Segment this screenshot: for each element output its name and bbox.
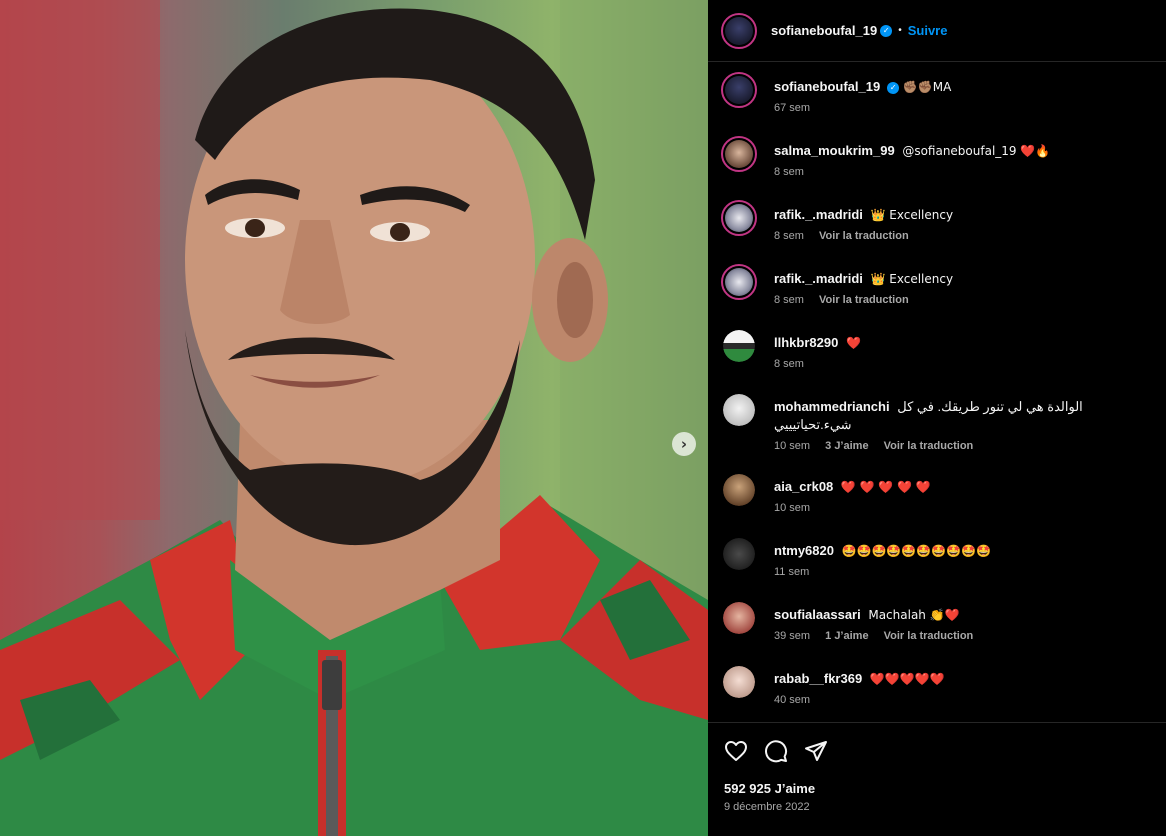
separator: •: [898, 25, 902, 36]
comment-time[interactable]: 8 sem: [774, 230, 804, 242]
see-translation-button[interactable]: Voir la traduction: [819, 294, 909, 306]
author-avatar[interactable]: [721, 72, 757, 108]
comment-time[interactable]: 8 sem: [774, 358, 804, 370]
caption-text: ✊🏽✊🏽MA: [902, 80, 952, 94]
comment-text: @sofianeboufal_19 ❤️🔥: [902, 144, 1051, 158]
comment-time[interactable]: 8 sem: [774, 166, 804, 178]
comment-item: rafik._.madridi 👑 Excellency 8 sem Voir …: [708, 262, 1166, 326]
comment-meta: 11 sem: [774, 566, 1166, 578]
comment-item: rabab__fkr369 ❤️❤️❤️❤️❤️ 40 sem: [708, 662, 1166, 726]
see-translation-button[interactable]: Voir la traduction: [884, 440, 974, 452]
comment-text: Machalah 👏❤️: [868, 608, 960, 622]
comment-text: 🤩🤩🤩🤩🤩🤩🤩🤩🤩🤩: [841, 544, 992, 558]
comment-username[interactable]: ntmy6820: [774, 543, 834, 558]
caption-username[interactable]: sofianeboufal_19: [774, 79, 880, 94]
comment-line: aia_crk08 ❤️ ❤️ ❤️ ❤️ ❤️: [774, 470, 1166, 496]
comment-time[interactable]: 8 sem: [774, 294, 804, 306]
comment-line: mohammedrianchi الوالدة هي لي تنور طريقك…: [774, 390, 1166, 434]
post-header: sofianeboufal_19 ✓ • Suivre: [708, 0, 1166, 62]
comment-username[interactable]: aia_crk08: [774, 479, 833, 494]
comment-likes[interactable]: 1 J’aime: [825, 630, 868, 642]
caption-meta: 67 sem: [774, 102, 1166, 114]
chevron-right-icon: ›: [680, 435, 688, 453]
commenter-avatar[interactable]: [723, 538, 755, 570]
comment-line: rafik._.madridi 👑 Excellency: [774, 198, 1166, 224]
comment-line: rabab__fkr369 ❤️❤️❤️❤️❤️: [774, 662, 1166, 688]
heart-icon[interactable]: [724, 739, 748, 763]
comment-item: llhkbr8290 ❤️ 8 sem: [708, 326, 1166, 390]
comment-meta: 8 sem Voir la traduction: [774, 294, 1166, 306]
commenter-avatar[interactable]: [721, 136, 757, 172]
comment-meta: 39 sem 1 J’aime Voir la traduction: [774, 630, 1166, 642]
commenter-avatar[interactable]: [721, 264, 757, 300]
comment-text: 👑 Excellency: [870, 272, 954, 286]
comment-username[interactable]: soufialaassari: [774, 607, 861, 622]
action-bar: [724, 739, 828, 763]
author-avatar[interactable]: [721, 12, 757, 49]
comment-line: ntmy6820 🤩🤩🤩🤩🤩🤩🤩🤩🤩🤩: [774, 534, 1166, 560]
post-sidebar: sofianeboufal_19 ✓ • Suivre sofianeboufa…: [708, 0, 1166, 836]
comment-line: llhkbr8290 ❤️: [774, 326, 1166, 352]
post-image: [0, 0, 708, 836]
comments-list[interactable]: sofianeboufal_19 ✓ ✊🏽✊🏽MA 67 sem salma_mo…: [708, 70, 1166, 726]
comment-item: soufialaassari Machalah 👏❤️ 39 sem 1 J’a…: [708, 598, 1166, 662]
comment-username[interactable]: rafik._.madridi: [774, 271, 863, 286]
comment-username[interactable]: salma_moukrim_99: [774, 143, 895, 158]
post-footer: 592 925 J’aime 9 décembre 2022: [708, 722, 1166, 836]
comment-time[interactable]: 10 sem: [774, 440, 810, 452]
comment-meta: 10 sem: [774, 502, 1166, 514]
comment-meta: 8 sem: [774, 166, 1166, 178]
commenter-avatar[interactable]: [723, 474, 755, 506]
comment-meta: 10 sem 3 J’aime Voir la traduction: [774, 440, 1166, 452]
verified-badge-icon: ✓: [880, 24, 893, 37]
commenter-avatar[interactable]: [721, 200, 757, 236]
comment-item: ntmy6820 🤩🤩🤩🤩🤩🤩🤩🤩🤩🤩 11 sem: [708, 534, 1166, 598]
comment-time[interactable]: 40 sem: [774, 694, 810, 706]
comment-line: rafik._.madridi 👑 Excellency: [774, 262, 1166, 288]
comment-bubble-icon[interactable]: [764, 739, 788, 763]
comment-item: mohammedrianchi الوالدة هي لي تنور طريقك…: [708, 390, 1166, 470]
author-username[interactable]: sofianeboufal_19: [771, 23, 877, 38]
comment-item: aia_crk08 ❤️ ❤️ ❤️ ❤️ ❤️ 10 sem: [708, 470, 1166, 534]
comment-line: salma_moukrim_99 @sofianeboufal_19 ❤️🔥: [774, 134, 1166, 160]
post-photo[interactable]: ›: [0, 0, 708, 836]
comment-meta: 8 sem Voir la traduction: [774, 230, 1166, 242]
commenter-avatar[interactable]: [723, 602, 755, 634]
see-translation-button[interactable]: Voir la traduction: [884, 630, 974, 642]
likes-count[interactable]: 592 925 J’aime: [724, 781, 815, 796]
comment-meta: 8 sem: [774, 358, 1166, 370]
comment-text: ❤️: [845, 336, 861, 350]
comment-text: ❤️❤️❤️❤️❤️: [869, 672, 945, 686]
commenter-avatar[interactable]: [723, 330, 755, 362]
comment-item: salma_moukrim_99 @sofianeboufal_19 ❤️🔥 8…: [708, 134, 1166, 198]
caption-line: sofianeboufal_19 ✓ ✊🏽✊🏽MA: [774, 70, 1166, 96]
comment-time[interactable]: 39 sem: [774, 630, 810, 642]
comment-time[interactable]: 11 sem: [774, 566, 809, 578]
caption: sofianeboufal_19 ✓ ✊🏽✊🏽MA 67 sem: [708, 70, 1166, 134]
comment-item: rafik._.madridi 👑 Excellency 8 sem Voir …: [708, 198, 1166, 262]
comment-likes[interactable]: 3 J’aime: [825, 440, 868, 452]
comment-text: 👑 Excellency: [870, 208, 954, 222]
commenter-avatar[interactable]: [723, 394, 755, 426]
comment-username[interactable]: mohammedrianchi: [774, 399, 890, 414]
comment-line: soufialaassari Machalah 👏❤️: [774, 598, 1166, 624]
comment-username[interactable]: rabab__fkr369: [774, 671, 862, 686]
caption-time[interactable]: 67 sem: [774, 102, 810, 114]
comment-username[interactable]: llhkbr8290: [774, 335, 838, 350]
verified-badge-icon: ✓: [887, 82, 900, 94]
post-date: 9 décembre 2022: [724, 801, 810, 813]
paper-plane-icon[interactable]: [804, 739, 828, 763]
next-photo-button[interactable]: ›: [672, 432, 696, 456]
comment-time[interactable]: 10 sem: [774, 502, 810, 514]
commenter-avatar[interactable]: [723, 666, 755, 698]
comment-text: ❤️ ❤️ ❤️ ❤️ ❤️: [840, 480, 931, 494]
comment-meta: 40 sem: [774, 694, 1166, 706]
follow-button[interactable]: Suivre: [908, 23, 948, 38]
see-translation-button[interactable]: Voir la traduction: [819, 230, 909, 242]
comment-username[interactable]: rafik._.madridi: [774, 207, 863, 222]
